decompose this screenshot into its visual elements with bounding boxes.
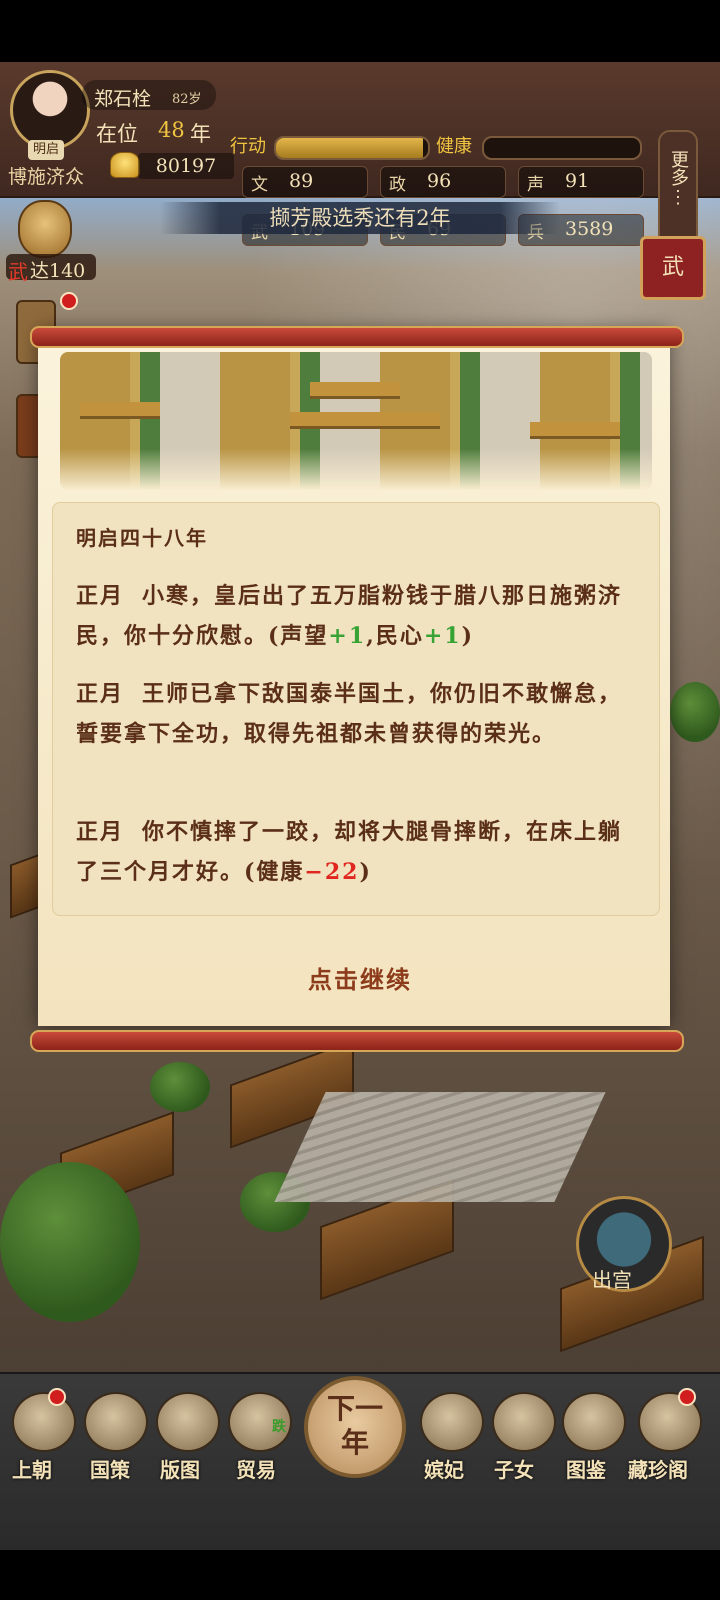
action-label: 行动 (230, 136, 266, 157)
era-name-tag: 明启 (28, 140, 64, 160)
tree (670, 682, 720, 742)
nav-gallery[interactable]: 图鉴 (566, 1454, 606, 1483)
stat-value: 89 (289, 170, 314, 192)
tree (0, 1162, 140, 1322)
notification-dot (60, 292, 78, 310)
action-bar (274, 136, 430, 160)
palace-roof (290, 412, 440, 429)
gold-amount: 80197 (138, 153, 234, 179)
notification-dot (48, 1388, 66, 1406)
entry-month: 正月 (76, 583, 125, 609)
emperor-name: 郑石栓 (94, 88, 152, 110)
reign-unit: 年 (190, 122, 211, 146)
wu-button[interactable]: 武 (640, 236, 706, 300)
people-change: +1 (423, 623, 462, 649)
event-banner: 撷芳殿选秀还有2年 (160, 202, 560, 234)
action-bar-fill (276, 138, 424, 158)
top-hud: 明启 郑石栓 82岁 在位 48 年 博施济众 80197 行动 健康 文 89… (0, 62, 720, 248)
money-bag-icon[interactable] (18, 200, 72, 258)
system-nav-bar (0, 1550, 720, 1600)
palace-illustration (60, 352, 652, 490)
nav-policy[interactable]: 国策 (90, 1454, 130, 1483)
tree (150, 1062, 210, 1112)
palace-roof (530, 422, 620, 439)
wuda-value: 达140 (30, 260, 86, 282)
next-year-label: 下一年 (326, 1392, 383, 1459)
nav-territory[interactable]: 版图 (160, 1454, 200, 1483)
more-label: 更多 (668, 150, 689, 186)
stat-zheng[interactable]: 政 96 (380, 166, 506, 198)
emperor-age: 82岁 (172, 92, 202, 107)
reign-years: 48 (158, 118, 185, 142)
palace-roof (80, 402, 160, 419)
court-scroll-icon[interactable] (12, 1392, 76, 1452)
stat-value: 91 (565, 170, 590, 192)
continue-button[interactable]: 点击继续 (0, 960, 720, 995)
stat-key: 文 (251, 175, 268, 195)
entry-month: 正月 (76, 819, 125, 845)
event-entry: 正月 王师已拿下敌国泰半国土，你仍旧不敢懈怠，誓要拿下全功，取得先祖都未曾获得的荣… (76, 674, 628, 754)
emperor-avatar[interactable] (10, 70, 90, 150)
next-year-button[interactable]: 下一年 (304, 1376, 406, 1478)
exit-palace-label[interactable]: 出宫 (592, 1264, 632, 1293)
scroll-rod-bottom (30, 1030, 684, 1052)
status-strip (0, 0, 720, 62)
health-label: 健康 (436, 136, 472, 157)
more-button[interactable]: 更多 ⋮ (658, 130, 698, 248)
event-entry: 正月 小寒，皇后出了五万脂粉钱于腊八那日施粥济民，你十分欣慰。(声望+1,民心+1… (76, 576, 628, 656)
map-icon[interactable] (156, 1392, 220, 1452)
reign-label: 在位 (96, 122, 138, 146)
stat-sheng[interactable]: 声 91 (518, 166, 644, 198)
event-year: 明启四十八年 (76, 526, 208, 550)
health-bar (482, 136, 642, 160)
nav-court[interactable]: 上朝 (12, 1454, 52, 1483)
entry-text-mid: ,民心 (366, 623, 424, 649)
nav-consorts[interactable]: 嫔妃 (424, 1454, 464, 1483)
palace-stairs (274, 1092, 606, 1202)
notification-dot (678, 1388, 696, 1406)
stat-key: 声 (527, 175, 544, 195)
stat-wen[interactable]: 文 89 (242, 166, 368, 198)
health-change: −22 (304, 859, 360, 885)
entry-text-end: ) (359, 859, 372, 885)
consort-portrait-icon[interactable] (420, 1392, 484, 1452)
event-entry: 正月 你不慎摔了一跤，却将大腿骨摔断，在床上躺了三个月才好。(健康−22) (76, 812, 628, 892)
entry-text-end: ) (461, 623, 475, 649)
entry-month: 正月 (76, 681, 125, 707)
scroll-rod-top (30, 326, 684, 348)
entry-text: 王师已拿下敌国泰半国土，你仍旧不敢懈怠，誓要拿下全功，取得先祖都未曾获得的荣光。 (76, 681, 623, 747)
wuda-key: 武 (8, 260, 28, 284)
palace-roof (310, 382, 400, 399)
children-fu-icon[interactable] (492, 1392, 556, 1452)
stat-value: 96 (427, 170, 452, 192)
gallery-book-icon[interactable] (562, 1392, 626, 1452)
policy-scroll-icon[interactable] (84, 1392, 148, 1452)
gold-ingot-icon (110, 152, 140, 178)
stat-key: 政 (389, 175, 406, 195)
nav-children[interactable]: 子女 (494, 1454, 534, 1483)
prestige-change: +1 (328, 623, 367, 649)
emperor-title: 博施济众 (8, 166, 85, 188)
stat-value: 3589 (565, 218, 614, 240)
nav-treasure[interactable]: 藏珍阁 (628, 1454, 688, 1483)
nav-trade[interactable]: 贸易 (236, 1454, 276, 1483)
more-dots-icon: ⋮ (669, 187, 687, 208)
trade-badge: 跌 (272, 1419, 286, 1435)
